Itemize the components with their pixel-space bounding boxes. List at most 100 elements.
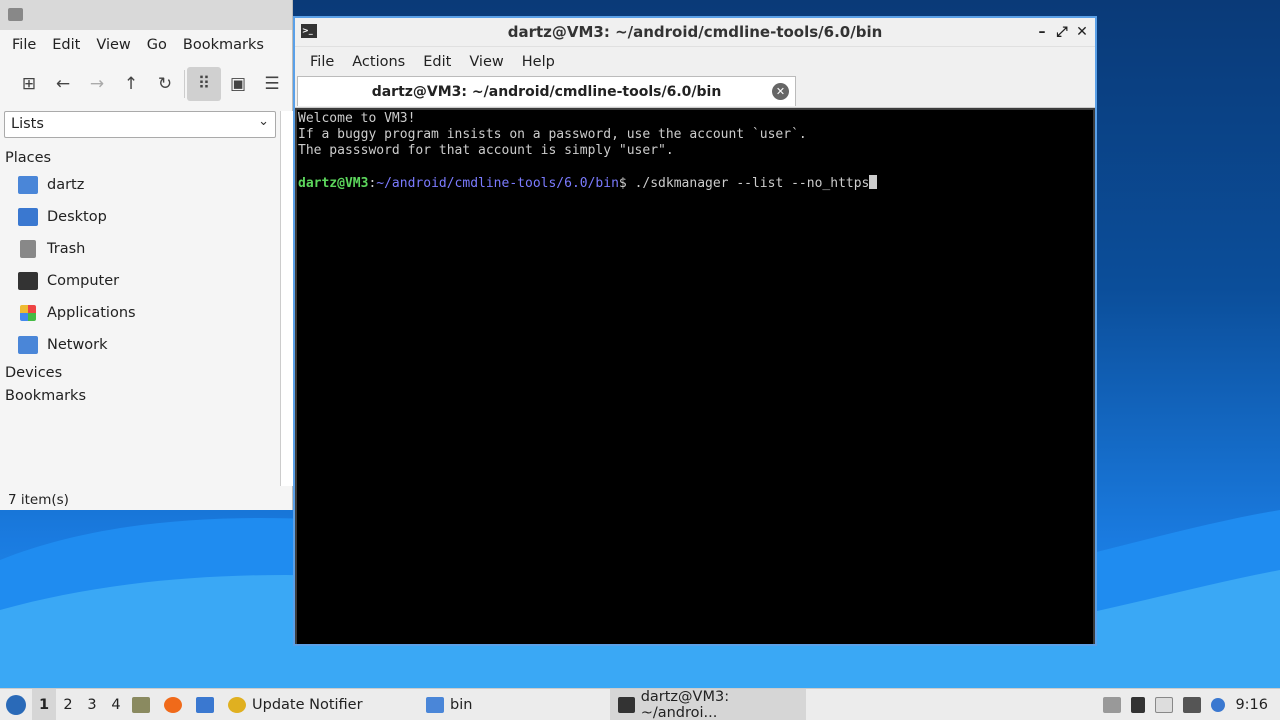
system-tray: 9:16 (1103, 689, 1280, 720)
terminal-icon: >_ (301, 24, 317, 38)
status-bar: 7 item(s) (8, 492, 69, 508)
network-icon[interactable] (1183, 697, 1202, 713)
task-label: bin (450, 696, 473, 713)
terminal-menubar: File Actions Edit View Help (295, 46, 1095, 76)
task-bin[interactable]: bin (418, 689, 610, 720)
clock[interactable]: 9:16 (1235, 697, 1268, 713)
file-manager-launcher-icon (132, 696, 150, 713)
task-update-notifier[interactable]: Update Notifier (224, 689, 414, 720)
menu-file[interactable]: File (301, 54, 343, 70)
places-header: Places (5, 150, 52, 166)
menu-file[interactable]: File (4, 37, 44, 53)
terminal-tabbar: dartz@VM3: ~/android/cmdline-tools/6.0/b… (295, 76, 1095, 108)
workspace-1[interactable]: 1 (32, 688, 56, 720)
terminal-line: If a buggy program insists on a password… (298, 127, 807, 142)
update-alert-icon[interactable] (1211, 698, 1226, 712)
menu-edit[interactable]: Edit (414, 54, 460, 70)
text-cursor (869, 175, 878, 189)
applications-icon (20, 305, 36, 321)
terminal-tab[interactable]: dartz@VM3: ~/android/cmdline-tools/6.0/b… (297, 76, 796, 106)
file-manager-toolbar: ⊞ ← → ↑ ↻ ⠿ ▣ ☰ (0, 60, 292, 108)
start-menu-button[interactable] (0, 689, 32, 720)
place-label: Trash (47, 241, 86, 257)
place-desktop[interactable]: Desktop (18, 204, 107, 230)
place-applications[interactable]: Applications (18, 300, 136, 326)
list-view-icon[interactable]: ☰ (255, 67, 289, 101)
tab-label: dartz@VM3: ~/android/cmdline-tools/6.0/b… (371, 84, 722, 100)
devices-header: Devices (5, 365, 63, 381)
reload-icon[interactable]: ↻ (148, 67, 182, 101)
desktop-icon (18, 208, 38, 226)
place-label: Applications (47, 305, 136, 321)
lubuntu-logo-icon (6, 694, 26, 715)
folder-icon (8, 8, 23, 21)
clipboard-icon[interactable] (1103, 697, 1122, 713)
workspace-4[interactable]: 4 (104, 697, 128, 713)
file-manager-window: File Edit View Go Bookmarks ⊞ ← → ↑ ↻ ⠿ … (0, 0, 293, 510)
bookmarks-header: Bookmarks (5, 388, 87, 404)
computer-icon (18, 272, 38, 290)
terminal-titlebar[interactable]: >_ dartz@VM3: ~/android/cmdline-tools/6.… (295, 18, 1095, 46)
workspace-3[interactable]: 3 (80, 697, 104, 713)
icon-view-icon[interactable]: ⠿ (187, 67, 221, 101)
show-desktop-icon (196, 696, 214, 713)
place-network[interactable]: Network (18, 332, 108, 358)
taskbar: 1 2 3 4 Update Notifier bin dartz@VM3: ~… (0, 688, 1280, 720)
task-terminal[interactable]: dartz@VM3: ~/androi... (610, 688, 806, 720)
side-pane-mode-select[interactable]: Lists ⌄ (4, 111, 276, 138)
tab-close-icon[interactable]: ✕ (772, 83, 789, 100)
place-label: Network (47, 337, 108, 353)
prompt-command: $ ./sdkmanager --list --no_https (618, 176, 870, 191)
chevron-down-icon: ⌄ (258, 114, 269, 129)
firefox-icon (164, 696, 182, 713)
quicklaunch-firefox[interactable] (160, 689, 192, 720)
update-notifier-icon (228, 696, 246, 713)
maximize-button[interactable]: ⤢ (1051, 18, 1073, 46)
place-label: Computer (47, 273, 120, 289)
menu-view[interactable]: View (88, 37, 138, 53)
workspace-2[interactable]: 2 (56, 697, 80, 713)
toolbar-separator (184, 70, 185, 98)
quicklaunch-files[interactable] (128, 689, 160, 720)
terminal-window: >_ dartz@VM3: ~/android/cmdline-tools/6.… (293, 16, 1097, 646)
menu-bookmarks[interactable]: Bookmarks (175, 37, 272, 53)
place-trash[interactable]: Trash (18, 236, 85, 262)
terminal-icon (618, 696, 635, 713)
menu-actions[interactable]: Actions (343, 54, 414, 70)
back-icon[interactable]: ← (46, 67, 80, 101)
volume-icon[interactable] (1131, 697, 1146, 713)
home-folder-icon (18, 176, 38, 194)
forward-icon[interactable]: → (80, 67, 114, 101)
place-label: dartz (47, 177, 85, 193)
up-icon[interactable]: ↑ (114, 67, 148, 101)
task-label: Update Notifier (252, 696, 363, 713)
terminal-line: Welcome to VM3! (298, 111, 416, 126)
menu-go[interactable]: Go (139, 37, 175, 53)
terminal-screen[interactable]: Welcome to VM3! If a buggy program insist… (297, 110, 1093, 644)
menu-help[interactable]: Help (513, 54, 564, 70)
file-list-pane[interactable] (280, 111, 293, 486)
terminal-line: The passsword for that account is simply… (298, 143, 674, 158)
minimize-button[interactable]: – (1031, 18, 1053, 46)
quicklaunch-desktop[interactable] (192, 689, 224, 720)
close-button[interactable]: ✕ (1071, 18, 1093, 46)
terminal-title: dartz@VM3: ~/android/cmdline-tools/6.0/b… (507, 23, 883, 41)
terminal-prompt-line: dartz@VM3:~/android/cmdline-tools/6.0/bi… (298, 175, 1092, 192)
menu-edit[interactable]: Edit (44, 37, 88, 53)
menu-view[interactable]: View (460, 54, 512, 70)
place-computer[interactable]: Computer (18, 268, 119, 294)
place-dartz[interactable]: dartz (18, 172, 84, 198)
side-pane-mode-value: Lists (11, 116, 44, 132)
place-label: Desktop (47, 209, 107, 225)
new-tab-icon[interactable]: ⊞ (12, 67, 46, 101)
trash-icon (20, 240, 36, 258)
task-label: dartz@VM3: ~/androi... (640, 688, 730, 720)
folder-icon (426, 696, 444, 713)
network-icon (18, 336, 38, 354)
prompt-user: dartz@VM3 (298, 176, 369, 191)
notes-icon[interactable] (1155, 697, 1174, 713)
file-manager-titlebar[interactable] (0, 0, 292, 30)
prompt-path: ~/android/cmdline-tools/6.0/bin (376, 176, 619, 191)
thumbnail-view-icon[interactable]: ▣ (221, 67, 255, 101)
